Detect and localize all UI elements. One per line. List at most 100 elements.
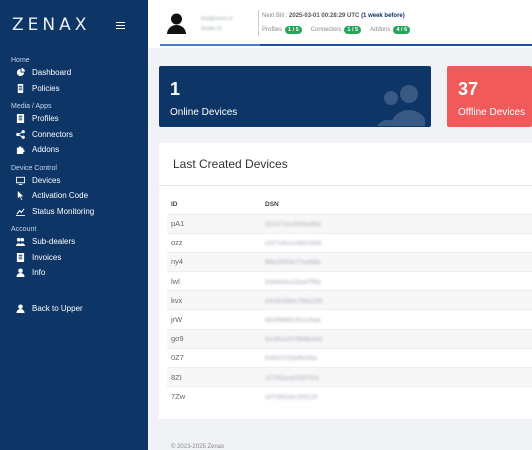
next-bill-date: 2025-03-01 00:28:29 UTC bbox=[289, 13, 360, 19]
devices-icon bbox=[14, 175, 26, 185]
device-id: lwl bbox=[167, 271, 261, 291]
account-info[interactable]: test@zenax.io Dealer (i) bbox=[201, 14, 233, 34]
sidebar-item-policies[interactable]: Policies bbox=[0, 81, 148, 97]
usage-stats: Profiles 1 / 5 Connectors 1 / 5 Addons 4… bbox=[262, 26, 416, 34]
next-bill-label: Next Bill : bbox=[262, 13, 288, 19]
device-id: 0Z7 bbox=[167, 347, 261, 368]
account-role: Dealer (i) bbox=[201, 26, 222, 32]
profile-icon bbox=[14, 114, 26, 124]
table-row[interactable]: lwl 93d4b9ce33a47f9d bbox=[167, 271, 532, 291]
sidebar-item-label: Devices bbox=[32, 175, 61, 185]
table-row[interactable]: ozz c527c6cce4bb1968 bbox=[167, 232, 532, 253]
brand: ZENAX bbox=[0, 0, 148, 50]
next-bill-relative: (1 week before) bbox=[361, 13, 405, 19]
sidebar-item-addons[interactable]: Addons bbox=[0, 142, 148, 158]
document-icon bbox=[14, 83, 26, 93]
sidebar-item-activation-code[interactable]: Activation Code bbox=[0, 188, 148, 204]
connectors-label: Connectors bbox=[310, 27, 342, 33]
device-dsn: e0736533c35522f bbox=[265, 394, 318, 402]
sidebar-item-label: Dashboard bbox=[32, 68, 72, 78]
table-row[interactable]: 8ZI 10793ace035f7f24 bbox=[167, 366, 532, 387]
puzzle-icon bbox=[14, 145, 26, 155]
sidebar-item-devices[interactable]: Devices bbox=[0, 173, 148, 189]
sidebar-item-label: Activation Code bbox=[32, 191, 89, 201]
last-created-devices-panel: Last Created Devices ID DSN pA1 321371ec9… bbox=[159, 143, 532, 419]
dashboard-icon bbox=[14, 68, 26, 78]
section-media-apps: Media / Apps bbox=[11, 103, 52, 110]
sidebar-item-label: Invoices bbox=[32, 252, 62, 262]
device-dsn: b60f9666c5b1c6aa bbox=[265, 317, 321, 325]
user-icon bbox=[14, 303, 26, 313]
table-row[interactable]: jrW b60f9666c5b1c6aa bbox=[167, 309, 532, 330]
device-dsn: 321371ec91bbefbd bbox=[265, 221, 321, 229]
device-id: pA1 bbox=[167, 213, 261, 234]
header-accent-line-dark bbox=[260, 44, 532, 46]
addons-badge: 4 / 6 bbox=[393, 26, 411, 34]
table-row[interactable]: kvx e0c919d0e79d1229 bbox=[167, 290, 532, 310]
brand-logo: ZENAX bbox=[12, 15, 91, 35]
profiles-label: Profiles bbox=[262, 27, 283, 33]
offline-devices-card[interactable]: 37 Offline Devices bbox=[447, 66, 532, 127]
table-row[interactable]: go9 5cc91a2079b6b4dd bbox=[167, 328, 532, 349]
device-id: 8ZI bbox=[167, 366, 261, 387]
online-devices-label: Online Devices bbox=[170, 107, 238, 118]
sidebar: ZENAX Home Dashboard Policies Media / Ap… bbox=[0, 0, 148, 450]
cursor-icon bbox=[14, 191, 26, 201]
header-divider bbox=[258, 10, 259, 36]
section-device-control: Device Control bbox=[11, 164, 57, 172]
sidebar-item-back-to-upper[interactable]: Back to Upper bbox=[0, 301, 148, 317]
device-id: 7Zw bbox=[167, 386, 261, 406]
user-icon bbox=[14, 268, 26, 278]
table-row[interactable]: 7Zw e0736533c35522f bbox=[167, 386, 532, 406]
footer-copyright: © 2023-2025 Zenax bbox=[171, 444, 225, 450]
device-dsn: f98c0004e77ee9de bbox=[265, 259, 321, 267]
offline-devices-count: 37 bbox=[458, 79, 479, 99]
avatar[interactable] bbox=[167, 12, 186, 34]
sidebar-item-profiles[interactable]: Profiles bbox=[0, 111, 148, 127]
sidebar-item-info[interactable]: Info bbox=[0, 265, 148, 281]
column-header-dsn: DSN bbox=[265, 201, 279, 209]
section-account: Account bbox=[11, 226, 37, 233]
users-icon bbox=[14, 237, 26, 247]
column-header-id: ID bbox=[171, 201, 178, 209]
panel-title: Last Created Devices bbox=[173, 157, 288, 171]
header-accent-line bbox=[160, 44, 260, 46]
sidebar-item-label: Info bbox=[32, 268, 46, 278]
chart-icon bbox=[14, 206, 26, 216]
sidebar-item-label: Addons bbox=[32, 145, 60, 155]
sidebar-item-sub-dealers[interactable]: Sub-dealers bbox=[0, 234, 148, 250]
device-id: kvx bbox=[167, 290, 261, 310]
device-id: jrW bbox=[167, 309, 261, 330]
table-row[interactable]: 0Z7 f04937c0d4ffe59a bbox=[167, 347, 532, 368]
sidebar-item-connectors[interactable]: Connectors bbox=[0, 127, 148, 143]
sidebar-item-label: Status Monitoring bbox=[32, 206, 95, 216]
online-devices-card[interactable]: 1 Online Devices bbox=[159, 66, 431, 127]
share-icon bbox=[14, 129, 26, 139]
online-devices-count: 1 bbox=[170, 79, 181, 99]
invoice-icon bbox=[14, 252, 26, 262]
device-dsn: e0c919d0e79d1229 bbox=[265, 297, 323, 305]
connectors-badge: 1 / 5 bbox=[344, 26, 362, 34]
sidebar-item-dashboard[interactable]: Dashboard bbox=[0, 65, 148, 81]
table-row[interactable]: ny4 f98c0004e77ee9de bbox=[167, 251, 532, 272]
account-email: test@zenax.io bbox=[201, 16, 233, 22]
device-id: ny4 bbox=[167, 251, 261, 272]
section-home: Home bbox=[11, 57, 30, 64]
device-dsn: 10793ace035f7f24 bbox=[265, 374, 319, 382]
profiles-badge: 1 / 5 bbox=[285, 26, 302, 34]
sidebar-item-label: Connectors bbox=[32, 129, 73, 139]
device-dsn: 93d4b9ce33a47f9d bbox=[265, 278, 321, 286]
hamburger-menu-icon[interactable] bbox=[116, 22, 125, 29]
device-id: ozz bbox=[167, 232, 261, 253]
next-bill: Next Bill : 2025-03-01 00:28:29 UTC (1 w… bbox=[262, 13, 405, 19]
table-row[interactable]: pA1 321371ec91bbefbd bbox=[167, 213, 532, 234]
device-dsn: f04937c0d4ffe59a bbox=[265, 355, 317, 363]
sidebar-item-label: Back to Upper bbox=[32, 303, 83, 313]
users-icon bbox=[377, 85, 425, 126]
sidebar-item-label: Profiles bbox=[32, 114, 59, 124]
sidebar-item-invoices[interactable]: Invoices bbox=[0, 250, 148, 266]
sidebar-item-label: Sub-dealers bbox=[32, 237, 76, 247]
device-dsn: c527c6cce4bb1968 bbox=[265, 240, 322, 248]
sidebar-item-label: Policies bbox=[32, 83, 60, 93]
sidebar-item-status-monitoring[interactable]: Status Monitoring bbox=[0, 204, 148, 220]
